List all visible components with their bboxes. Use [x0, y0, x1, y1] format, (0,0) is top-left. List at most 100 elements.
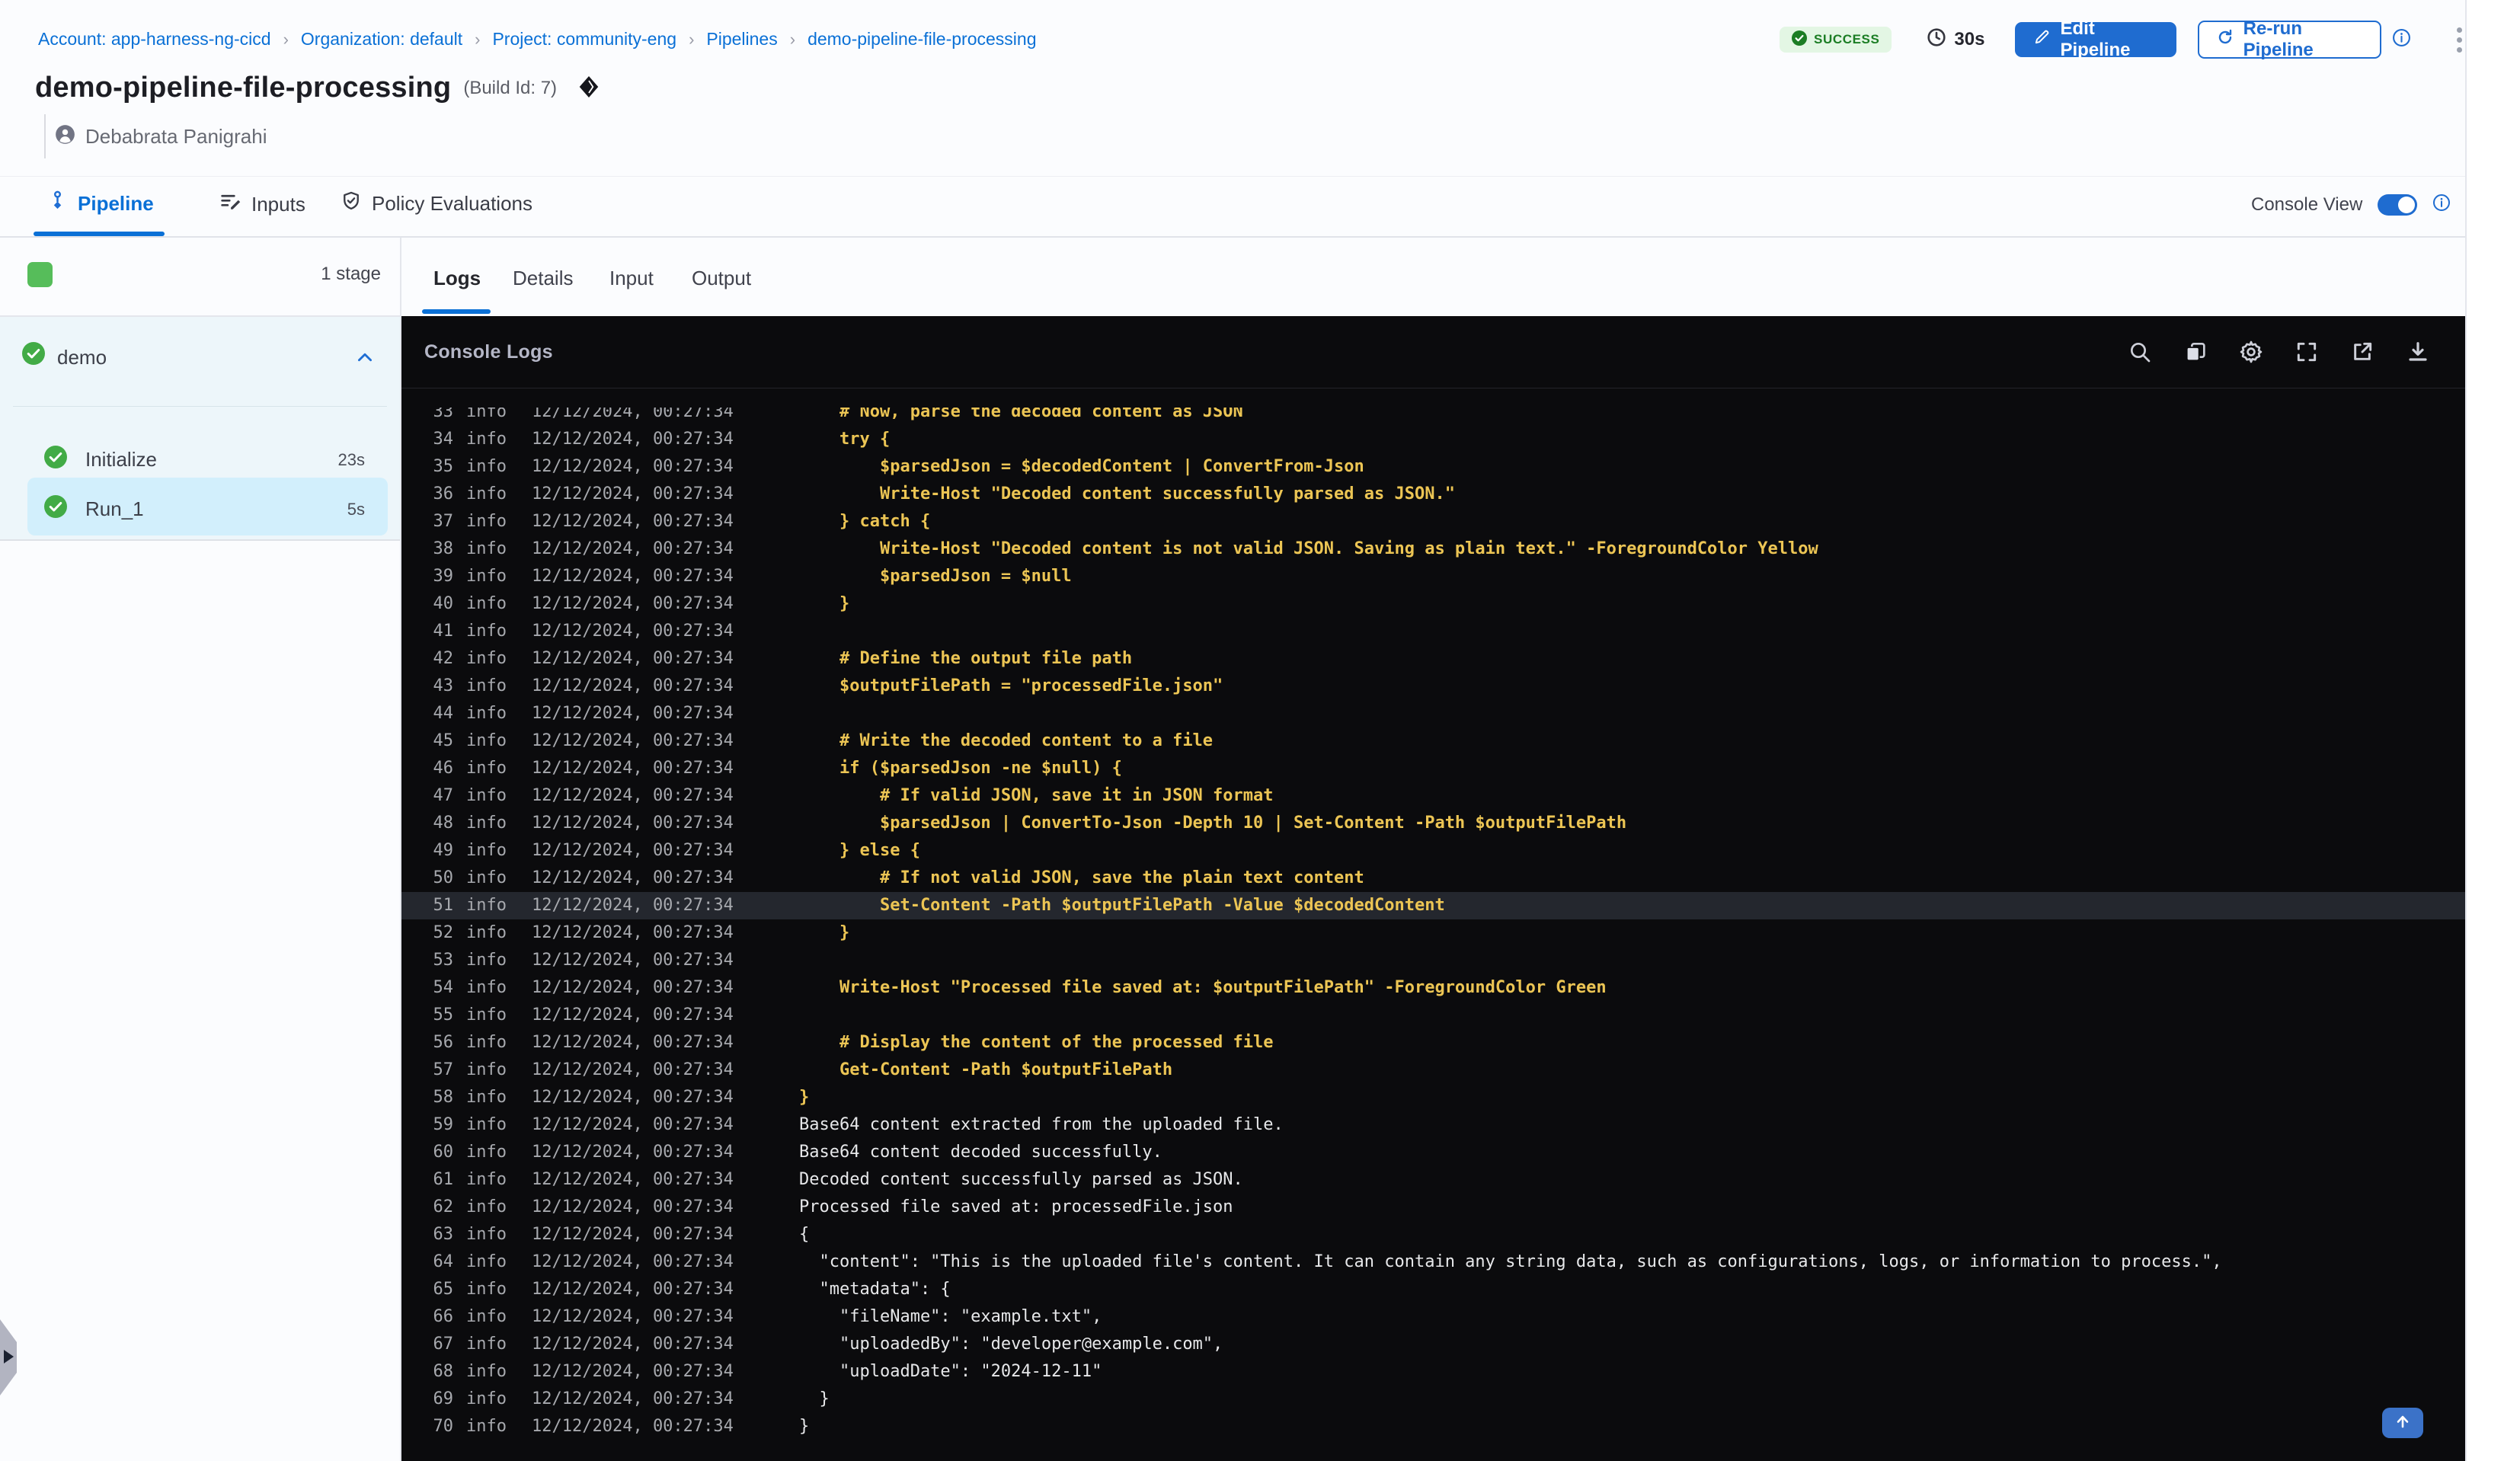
log-timestamp: 12/12/2024, 00:27:34 [532, 841, 734, 860]
log-level: info [466, 786, 507, 805]
log-level: info [466, 1417, 507, 1436]
log-row[interactable]: 70 info 12/12/2024, 00:27:34} [401, 1413, 2465, 1440]
tab-policy-evaluations[interactable]: Policy Evaluations [341, 190, 532, 217]
breadcrumb: Account: app-harness-ng-cicd › Organizatio… [38, 29, 1037, 50]
tab-pipeline[interactable]: Pipeline [47, 190, 154, 216]
log-row[interactable]: 54 info 12/12/2024, 00:27:34 Write-Host "P… [401, 974, 2465, 1002]
log-line-number: 64 [433, 1252, 454, 1271]
log-row[interactable]: 50 info 12/12/2024, 00:27:34 # If not vali… [401, 865, 2465, 892]
download-icon[interactable] [2404, 338, 2432, 366]
log-line-number: 42 [433, 649, 454, 668]
log-message: if ($parsedJson -ne $null) { [799, 759, 1122, 778]
log-level: info [466, 430, 507, 449]
log-row[interactable]: 42 info 12/12/2024, 00:27:34 # Define the … [401, 645, 2465, 673]
log-line-number: 51 [433, 896, 454, 915]
settings-icon[interactable] [2237, 338, 2265, 366]
step-row-run_1[interactable]: Run_1 5s [27, 478, 388, 535]
log-row[interactable]: 48 info 12/12/2024, 00:27:34 $parsedJson |… [401, 810, 2465, 837]
log-row[interactable]: 38 info 12/12/2024, 00:27:34 Write-Host "D… [401, 535, 2465, 563]
log-row[interactable]: 35 info 12/12/2024, 00:27:34 $parsedJson =… [401, 453, 2465, 481]
stage-count-row: 1 stage [0, 238, 400, 317]
log-row[interactable]: 33 info 12/12/2024, 00:27:34 # Now, parse … [401, 408, 2465, 426]
rerun-pipeline-button[interactable]: Re-run Pipeline [2197, 18, 2381, 60]
log-timestamp: 12/12/2024, 00:27:34 [532, 896, 734, 915]
log-row[interactable]: 65 info 12/12/2024, 00:27:34 "metadata": { [401, 1276, 2465, 1303]
console-log-viewport[interactable]: 33 info 12/12/2024, 00:27:34 # Now, parse … [401, 408, 2465, 1461]
log-row[interactable]: 61 info 12/12/2024, 00:27:34 Decoded conten… [401, 1166, 2465, 1194]
log-row[interactable]: 40 info 12/12/2024, 00:27:34 } [401, 590, 2465, 618]
log-row[interactable]: 60 info 12/12/2024, 00:27:34 Base64 content… [401, 1139, 2465, 1166]
log-row[interactable]: 69 info 12/12/2024, 00:27:34 } [401, 1386, 2465, 1413]
log-row[interactable]: 66 info 12/12/2024, 00:27:34 "fileName": "… [401, 1303, 2465, 1331]
log-row[interactable]: 58 info 12/12/2024, 00:27:34} [401, 1084, 2465, 1111]
log-level: info [466, 594, 507, 613]
more-options-menu-icon[interactable] [2454, 24, 2465, 56]
log-line-number: 56 [433, 1033, 454, 1052]
search-icon[interactable] [2126, 338, 2154, 366]
log-row[interactable]: 41 info 12/12/2024, 00:27:34 [401, 618, 2465, 645]
log-row[interactable]: 36 info 12/12/2024, 00:27:34 Write-Host "D… [401, 481, 2465, 508]
log-row[interactable]: 56 info 12/12/2024, 00:27:34 # Display the… [401, 1029, 2465, 1057]
tab-inputs[interactable]: Inputs [219, 190, 305, 218]
log-row[interactable]: 46 info 12/12/2024, 00:27:34 if ($parsedJs… [401, 755, 2465, 782]
log-line-number: 53 [433, 951, 454, 970]
log-row[interactable]: 49 info 12/12/2024, 00:27:34 } else { [401, 837, 2465, 865]
log-timestamp: 12/12/2024, 00:27:34 [532, 759, 734, 778]
log-row[interactable]: 51 info 12/12/2024, 00:27:34 Set-Content -… [401, 892, 2465, 919]
breadcrumb-link[interactable]: Account: app-harness-ng-cicd [38, 29, 271, 50]
execution-actions: SUCCESS 30s Edit Pipeline Re-run Pipelin… [1780, 18, 2465, 60]
log-row[interactable]: 52 info 12/12/2024, 00:27:34 } [401, 919, 2465, 947]
log-row[interactable]: 39 info 12/12/2024, 00:27:34 $parsedJson =… [401, 563, 2465, 590]
log-tab-details[interactable]: Details [513, 267, 573, 290]
log-row[interactable]: 45 info 12/12/2024, 00:27:34 # Write the d… [401, 727, 2465, 755]
log-row[interactable]: 62 info 12/12/2024, 00:27:34 Processed file… [401, 1194, 2465, 1221]
log-line-number: 57 [433, 1060, 454, 1079]
scroll-to-top-button[interactable] [2382, 1408, 2423, 1438]
stage-row-demo[interactable]: demo [0, 317, 400, 405]
edit-pipeline-button[interactable]: Edit Pipeline [2015, 18, 2176, 60]
log-message: Processed file saved at: processedFile.j… [799, 1197, 1233, 1216]
log-tab-output[interactable]: Output [692, 267, 751, 290]
log-row[interactable]: 53 info 12/12/2024, 00:27:34 [401, 947, 2465, 974]
console-view-info-icon[interactable] [2432, 193, 2451, 216]
log-row[interactable]: 63 info 12/12/2024, 00:27:34 { [401, 1221, 2465, 1248]
breadcrumb-link[interactable]: demo-pipeline-file-processing [807, 29, 1036, 50]
breadcrumb-link[interactable]: Project: community-eng [492, 29, 676, 50]
log-row[interactable]: 64 info 12/12/2024, 00:27:34 "content": "T… [401, 1248, 2465, 1276]
log-row[interactable]: 68 info 12/12/2024, 00:27:34 "uploadDate":… [401, 1358, 2465, 1386]
log-line-number: 45 [433, 731, 454, 750]
log-message: "content": "This is the uploaded file's … [799, 1252, 2222, 1271]
log-level: info [466, 1143, 507, 1162]
chevron-up-icon[interactable] [355, 347, 375, 371]
log-row[interactable]: 37 info 12/12/2024, 00:27:34 } catch { [401, 508, 2465, 535]
log-level: info [466, 868, 507, 887]
open-in-new-icon[interactable] [2349, 338, 2376, 366]
log-level: info [466, 896, 507, 915]
console-view-toggle[interactable] [2378, 193, 2418, 216]
log-line-number: 47 [433, 786, 454, 805]
log-row[interactable]: 57 info 12/12/2024, 00:27:34 Get-Content -… [401, 1057, 2465, 1084]
copy-icon[interactable] [2182, 338, 2209, 366]
log-message: } catch { [799, 512, 931, 531]
log-level: info [466, 1033, 507, 1052]
breadcrumb-link[interactable]: Pipelines [706, 29, 777, 50]
log-tab-logs[interactable]: Logs [433, 267, 481, 290]
rerun-info-icon[interactable] [2392, 28, 2411, 51]
log-row[interactable]: 47 info 12/12/2024, 00:27:34 # If valid JS… [401, 782, 2465, 810]
log-row[interactable]: 43 info 12/12/2024, 00:27:34 $outputFilePa… [401, 673, 2465, 700]
log-line-number: 49 [433, 841, 454, 860]
log-line-number: 63 [433, 1225, 454, 1244]
log-row[interactable]: 55 info 12/12/2024, 00:27:34 [401, 1002, 2465, 1029]
log-line-number: 39 [433, 567, 454, 586]
log-message: try { [799, 430, 891, 449]
log-tab-input[interactable]: Input [609, 267, 654, 290]
log-row[interactable]: 44 info 12/12/2024, 00:27:34 [401, 700, 2465, 727]
log-message: # If not valid JSON, save the plain text… [799, 868, 1364, 887]
log-line-number: 40 [433, 594, 454, 613]
log-row[interactable]: 34 info 12/12/2024, 00:27:34 try { [401, 426, 2465, 453]
log-row[interactable]: 67 info 12/12/2024, 00:27:34 "uploadedBy":… [401, 1331, 2465, 1358]
log-row[interactable]: 59 info 12/12/2024, 00:27:34 Base64 content… [401, 1111, 2465, 1139]
breadcrumb-link[interactable]: Organization: default [301, 29, 462, 50]
fullscreen-icon[interactable] [2293, 338, 2320, 366]
console-panel: Console Logs 33 info 12/12/2024, 00:27:34 … [401, 316, 2465, 1461]
